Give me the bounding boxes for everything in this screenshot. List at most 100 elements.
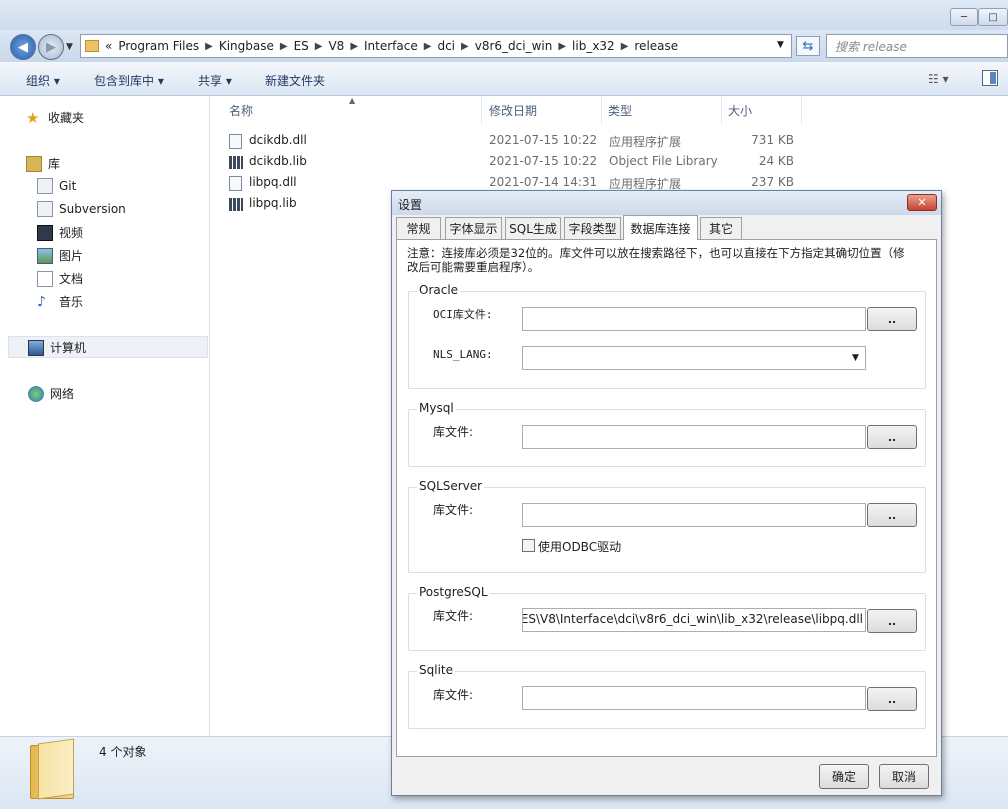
nav-item-pictures[interactable]: 图片 xyxy=(37,247,83,264)
library-icon xyxy=(26,155,42,172)
nav-label: 库 xyxy=(48,157,61,171)
tab-general[interactable]: 常规 xyxy=(396,217,441,239)
breadcrumb-item[interactable]: release xyxy=(634,39,678,53)
lib-file-icon xyxy=(229,198,243,211)
postgresql-browse-button[interactable]: .. xyxy=(867,609,917,633)
nav-label: Git xyxy=(59,179,77,193)
note-line: 注意：连接库必须是32位的。库文件可以放在搜索路径下，也可以直接在下方指定其确切… xyxy=(407,246,905,260)
nav-item-git[interactable]: Git xyxy=(37,178,76,194)
oci-library-label: OCI库文件: xyxy=(433,308,493,321)
file-row[interactable]: dcikdb.lib 2021-07-15 10:22 Object File … xyxy=(229,152,829,172)
breadcrumb-item[interactable]: dci xyxy=(437,39,455,53)
nav-label: 收藏夹 xyxy=(48,111,85,125)
mysql-browse-button[interactable]: .. xyxy=(867,425,917,449)
forward-button[interactable]: ▶ xyxy=(38,34,64,60)
database-connection-panel: 注意：连接库必须是32位的。库文件可以放在搜索路径下，也可以直接在下方指定其确切… xyxy=(396,239,937,757)
group-legend: Sqlite xyxy=(417,663,455,677)
group-legend: Oracle xyxy=(417,283,461,297)
odbc-checkbox-label[interactable]: 使用ODBC驱动 xyxy=(538,538,621,555)
file-size: 24 KB xyxy=(758,154,794,168)
breadcrumb-item[interactable]: Kingbase xyxy=(219,39,274,53)
column-header-type[interactable]: 类型 xyxy=(608,102,632,119)
refresh-icon[interactable]: ⇆ xyxy=(796,36,820,56)
nav-item-music[interactable]: ♪ 音乐 xyxy=(37,293,83,310)
nav-item-videos[interactable]: 视频 xyxy=(37,224,83,241)
search-input[interactable]: 搜索 release xyxy=(826,34,1008,58)
tab-database-connection[interactable]: 数据库连接 xyxy=(623,215,698,240)
file-type: 应用程序扩展 xyxy=(609,135,682,149)
file-name: libpq.lib xyxy=(249,196,297,210)
nav-libraries[interactable]: 库 xyxy=(26,155,60,172)
breadcrumb-item[interactable]: Interface xyxy=(364,39,418,53)
file-size: 731 KB xyxy=(751,133,794,147)
postgresql-library-path: :\ES\V8\Interface\dci\v8r6_dci_win\lib_x… xyxy=(522,612,863,626)
file-name: dcikdb.lib xyxy=(249,154,307,168)
group-legend: Mysql xyxy=(417,401,456,415)
minimize-button[interactable]: ─ xyxy=(950,8,978,26)
folder-icon xyxy=(30,738,78,800)
new-folder-button[interactable]: 新建文件夹 xyxy=(265,72,325,89)
nls-lang-label: NLS_LANG: xyxy=(433,348,493,361)
star-icon: ★ xyxy=(26,108,40,127)
file-name: libpq.dll xyxy=(249,175,297,189)
nav-item-documents[interactable]: 文档 xyxy=(37,270,83,287)
cancel-button[interactable]: 取消 xyxy=(879,764,929,789)
sqlserver-library-input[interactable] xyxy=(522,503,866,527)
recent-pages-dropdown[interactable]: ▼ xyxy=(66,42,73,52)
sqlite-group: Sqlite 库文件: .. xyxy=(408,663,926,729)
file-row[interactable]: dcikdb.dll 2021-07-15 10:22 应用程序扩展 731 K… xyxy=(229,131,829,151)
nav-favorites[interactable]: ★ 收藏夹 xyxy=(26,109,84,126)
group-legend: SQLServer xyxy=(417,479,485,493)
sort-ascending-icon: ▲ xyxy=(349,96,356,105)
chevron-down-icon[interactable]: ▼ xyxy=(852,353,859,363)
breadcrumb-item[interactable]: V8 xyxy=(328,39,344,53)
postgresql-library-input[interactable]: :\ES\V8\Interface\dci\v8r6_dci_win\lib_x… xyxy=(522,608,866,632)
back-button[interactable]: ◀ xyxy=(10,34,36,60)
sqlserver-browse-button[interactable]: .. xyxy=(867,503,917,527)
tab-sql-generation[interactable]: SQL生成 xyxy=(505,217,561,239)
preview-pane-icon[interactable] xyxy=(982,70,998,86)
oci-browse-button[interactable]: .. xyxy=(867,307,917,331)
file-modified: 2021-07-15 10:22 xyxy=(489,154,598,168)
video-icon xyxy=(37,224,53,241)
breadcrumb-overflow[interactable]: « xyxy=(105,39,112,53)
file-type: Object File Library xyxy=(609,154,718,168)
tab-field-types[interactable]: 字段类型 xyxy=(564,217,621,239)
sqlite-library-input[interactable] xyxy=(522,686,866,710)
mysql-library-input[interactable] xyxy=(522,425,866,449)
oracle-group: Oracle OCI库文件: .. NLS_LANG: ▼ xyxy=(408,283,926,389)
maximize-button[interactable]: □ xyxy=(978,8,1008,26)
odbc-checkbox[interactable] xyxy=(522,539,535,552)
breadcrumb-item[interactable]: ES xyxy=(294,39,309,53)
column-header-modified[interactable]: 修改日期 xyxy=(489,102,537,119)
nav-label: 计算机 xyxy=(50,341,87,355)
column-header-name[interactable]: 名称 xyxy=(229,102,253,119)
breadcrumb-item[interactable]: Program Files xyxy=(118,39,199,53)
tab-other[interactable]: 其它 xyxy=(700,217,742,239)
view-options-icon[interactable]: ☷ ▾ xyxy=(928,72,949,86)
dialog-titlebar: 设置 ✕ xyxy=(392,191,941,215)
tab-font-display[interactable]: 字体显示 xyxy=(445,217,502,239)
postgresql-library-label: 库文件: xyxy=(433,609,474,623)
organize-button[interactable]: 组织 ▾ xyxy=(26,72,60,89)
nav-network[interactable]: 网络 xyxy=(28,385,74,402)
music-icon: ♪ xyxy=(37,293,46,310)
nav-item-subversion[interactable]: Subversion xyxy=(37,201,126,217)
oci-library-input[interactable] xyxy=(522,307,866,331)
pictures-icon xyxy=(37,247,53,264)
address-input[interactable]: « Program Files ▶ Kingbase ▶ ES ▶ V8 ▶ Inter… xyxy=(80,34,792,58)
address-dropdown-icon[interactable]: ▼ xyxy=(777,40,784,50)
share-button[interactable]: 共享 ▾ xyxy=(198,72,232,89)
breadcrumb-item[interactable]: lib_x32 xyxy=(572,39,615,53)
settings-dialog: 设置 ✕ 常规 字体显示 SQL生成 字段类型 数据库连接 其它 注意：连接库必… xyxy=(391,190,942,796)
nav-computer[interactable]: 计算机 xyxy=(28,339,86,356)
dll-file-icon xyxy=(229,134,242,149)
nls-lang-select[interactable] xyxy=(522,346,866,370)
ok-button[interactable]: 确定 xyxy=(819,764,869,789)
include-in-library-button[interactable]: 包含到库中 ▾ xyxy=(94,72,164,89)
breadcrumb-item[interactable]: v8r6_dci_win xyxy=(475,39,553,53)
close-icon[interactable]: ✕ xyxy=(907,194,937,211)
column-header-size[interactable]: 大小 xyxy=(728,102,752,119)
sqlite-browse-button[interactable]: .. xyxy=(867,687,917,711)
file-modified: 2021-07-14 14:31 xyxy=(489,175,598,189)
